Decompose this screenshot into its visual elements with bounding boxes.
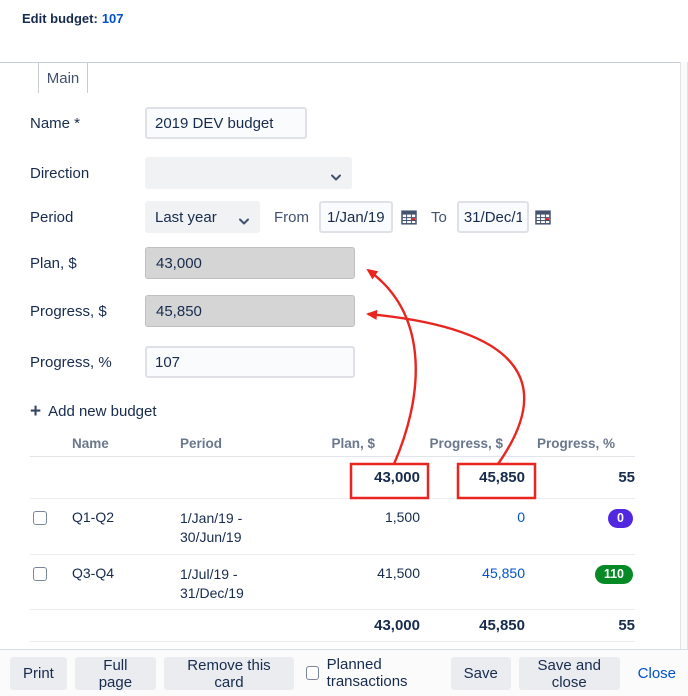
summary-bottom-plan: 43,000 bbox=[330, 610, 420, 642]
full-page-button[interactable]: Full page bbox=[75, 657, 156, 690]
row-name: Q1-Q2 bbox=[72, 509, 180, 525]
summary-bottom-row: 43,000 45,850 55 bbox=[30, 610, 635, 642]
tab-bar: Main bbox=[0, 62, 688, 92]
from-label: From bbox=[274, 209, 309, 226]
row-checkbox[interactable] bbox=[33, 511, 47, 525]
direction-select[interactable] bbox=[145, 157, 352, 189]
page-title: Edit budget: 107 bbox=[22, 11, 124, 26]
plan-input bbox=[145, 247, 355, 279]
header-checkbox-spacer bbox=[30, 428, 72, 436]
row-checkbox[interactable] bbox=[33, 567, 47, 581]
planned-transactions-label: Planned transactions bbox=[327, 656, 451, 690]
summary-top-pct: 55 bbox=[525, 457, 635, 499]
form-row-plan: Plan, $ bbox=[0, 247, 688, 279]
page-title-label: Edit budget: bbox=[22, 11, 98, 26]
remove-card-button[interactable]: Remove this card bbox=[164, 657, 294, 690]
progress-usd-label: Progress, $ bbox=[30, 303, 107, 320]
period-label: Period bbox=[30, 209, 73, 226]
row-plan: 41,500 bbox=[330, 565, 420, 581]
close-link[interactable]: Close bbox=[638, 665, 676, 682]
save-button[interactable]: Save bbox=[451, 657, 511, 690]
add-new-budget-button[interactable]: + Add new budget bbox=[30, 403, 157, 420]
summary-bottom-pct: 55 bbox=[525, 610, 635, 642]
row-progress-link[interactable]: 45,850 bbox=[482, 565, 525, 581]
planned-transactions-toggle[interactable]: Planned transactions bbox=[306, 656, 451, 690]
header-progress-usd: Progress, $ bbox=[420, 428, 525, 451]
form-row-direction: Direction bbox=[0, 157, 688, 189]
planned-transactions-checkbox[interactable] bbox=[306, 666, 319, 680]
to-label: To bbox=[431, 209, 447, 226]
progress-pct-input[interactable] bbox=[145, 346, 355, 378]
summary-top-row: 43,000 45,850 55 bbox=[30, 457, 635, 499]
chevron-down-icon bbox=[238, 213, 250, 230]
form-row-name: Name * bbox=[0, 107, 688, 139]
name-input[interactable] bbox=[145, 107, 307, 139]
chevron-down-icon bbox=[330, 169, 342, 186]
row-period: 1/Jan/19 - 30/Jun/19 bbox=[180, 509, 330, 547]
table-row: Q3-Q4 1/Jul/19 - 31/Dec/19 41,500 45,850… bbox=[30, 555, 635, 610]
table-header-row: Name Period Plan, $ Progress, $ Progress… bbox=[30, 428, 635, 457]
print-button[interactable]: Print bbox=[10, 657, 67, 690]
period-select[interactable]: Last year bbox=[145, 201, 260, 233]
to-calendar-icon[interactable] bbox=[535, 209, 551, 225]
row-progress-link[interactable]: 0 bbox=[517, 509, 525, 525]
header-period: Period bbox=[180, 428, 330, 451]
progress-pct-label: Progress, % bbox=[30, 354, 112, 371]
header-name: Name bbox=[72, 428, 180, 451]
period-select-value: Last year bbox=[155, 209, 217, 226]
header-progress-pct: Progress, % bbox=[525, 428, 635, 451]
to-date-input[interactable] bbox=[457, 201, 529, 233]
header-plan: Plan, $ bbox=[330, 428, 420, 451]
table-row: Q1-Q2 1/Jan/19 - 30/Jun/19 1,500 0 0 bbox=[30, 499, 635, 555]
tab-main-label: Main bbox=[47, 70, 80, 87]
budget-table: Name Period Plan, $ Progress, $ Progress… bbox=[30, 428, 635, 642]
plus-icon: + bbox=[30, 404, 41, 420]
tab-main[interactable]: Main bbox=[38, 63, 88, 93]
save-and-close-button[interactable]: Save and close bbox=[519, 657, 620, 690]
progress-pct-badge: 0 bbox=[608, 509, 633, 528]
row-plan: 1,500 bbox=[330, 509, 420, 525]
progress-pct-badge: 110 bbox=[595, 565, 633, 584]
summary-top-progress: 45,850 bbox=[420, 457, 525, 499]
form-row-progress-pct: Progress, % bbox=[0, 346, 688, 378]
row-name: Q3-Q4 bbox=[72, 565, 180, 581]
add-new-budget-label: Add new budget bbox=[48, 403, 156, 420]
plan-label: Plan, $ bbox=[30, 255, 77, 272]
scrollbar[interactable] bbox=[680, 62, 688, 649]
summary-bottom-progress: 45,850 bbox=[420, 610, 525, 642]
name-label: Name * bbox=[30, 115, 80, 132]
form-row-period: Period Last year From To bbox=[0, 201, 688, 233]
summary-top-plan: 43,000 bbox=[330, 457, 420, 499]
footer-toolbar: Print Full page Remove this card Planned… bbox=[0, 649, 688, 696]
from-calendar-icon[interactable] bbox=[401, 209, 417, 225]
form-row-progress-usd: Progress, $ bbox=[0, 295, 688, 327]
budget-id-link[interactable]: 107 bbox=[102, 11, 124, 26]
row-period: 1/Jul/19 - 31/Dec/19 bbox=[180, 565, 330, 603]
from-date-input[interactable] bbox=[319, 201, 393, 233]
direction-label: Direction bbox=[30, 165, 89, 182]
progress-usd-input bbox=[145, 295, 355, 327]
